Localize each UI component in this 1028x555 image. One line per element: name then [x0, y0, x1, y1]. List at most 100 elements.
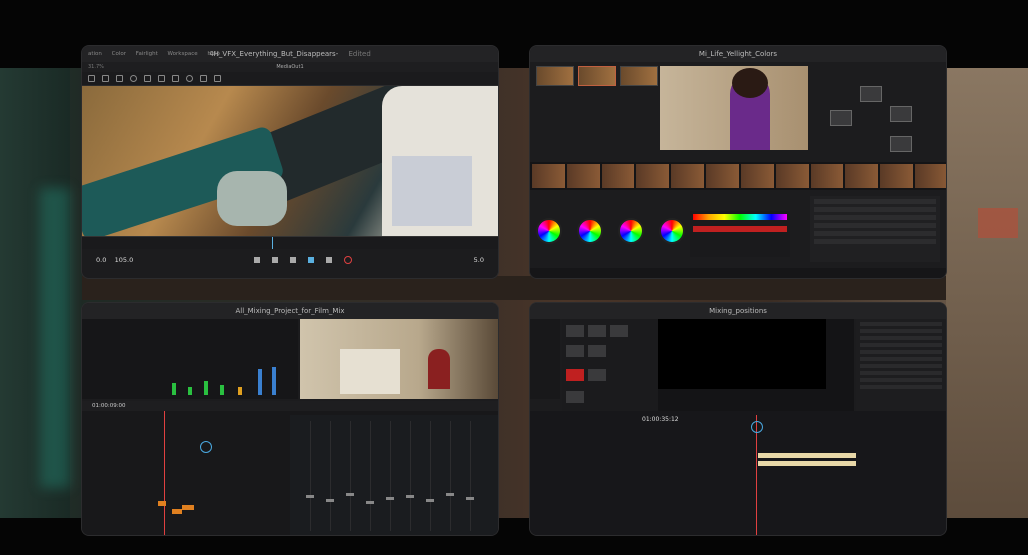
- clip-thumbnail[interactable]: [601, 164, 635, 188]
- color-viewer[interactable]: [660, 66, 808, 150]
- stop-icon[interactable]: [290, 257, 297, 263]
- edit-timeline[interactable]: 01:00:35:12: [530, 411, 946, 535]
- clip-thumbnail[interactable]: [845, 164, 879, 188]
- channel-fader[interactable]: [386, 497, 394, 500]
- menu-item[interactable]: ation: [88, 51, 102, 57]
- menu-item[interactable]: Help: [207, 51, 220, 57]
- node[interactable]: [860, 86, 882, 102]
- play-icon[interactable]: [308, 257, 315, 263]
- playhead[interactable]: [272, 237, 273, 249]
- channel-fader[interactable]: [426, 499, 434, 502]
- fairlight-viewer[interactable]: [300, 319, 498, 399]
- audio-clip[interactable]: [182, 505, 194, 510]
- bspline-icon[interactable]: [172, 75, 179, 82]
- media-clip[interactable]: [566, 391, 584, 403]
- lift-wheel[interactable]: [536, 218, 562, 244]
- channel-fader[interactable]: [406, 495, 414, 498]
- page-navigation-bar[interactable]: [530, 268, 946, 278]
- hue-curves-panel[interactable]: [690, 211, 790, 257]
- clip-thumbnail[interactable]: [671, 164, 705, 188]
- time-ruler[interactable]: [82, 236, 498, 249]
- channel-fader[interactable]: [366, 501, 374, 504]
- color-wheels: [536, 218, 685, 244]
- keyframes-panel[interactable]: [810, 196, 940, 262]
- color-window[interactable]: Mi_Life_Yellight_Colors: [530, 46, 946, 278]
- fairlight-timeline[interactable]: 01:00:09:00: [82, 401, 498, 535]
- media-clip[interactable]: [566, 369, 584, 381]
- pointer-icon[interactable]: [88, 75, 95, 82]
- start-time[interactable]: 0.0: [96, 256, 106, 264]
- text-tool-icon[interactable]: [214, 75, 221, 82]
- audio-clip[interactable]: [158, 501, 166, 506]
- media-pool[interactable]: [562, 319, 658, 415]
- gain-wheel[interactable]: [618, 218, 644, 244]
- offset-wheel[interactable]: [659, 218, 685, 244]
- background-band: [82, 276, 946, 300]
- brush-icon[interactable]: [102, 75, 109, 82]
- clip-thumbnail[interactable]: [566, 164, 600, 188]
- node[interactable]: [830, 110, 852, 126]
- project-title: Mixing_positions: [709, 307, 767, 315]
- menu-item[interactable]: Color: [112, 51, 126, 57]
- timeline-clip[interactable]: [758, 453, 856, 458]
- node-graph[interactable]: [820, 66, 940, 156]
- channel-fader[interactable]: [446, 493, 454, 496]
- channel-fader[interactable]: [346, 493, 354, 496]
- fairlight-window[interactable]: All_Mixing_Project_for_Film_Mix 01:00:09…: [82, 303, 498, 535]
- media-clip[interactable]: [588, 325, 606, 337]
- channel-fader[interactable]: [326, 499, 334, 502]
- menu-item[interactable]: Workspace: [168, 51, 198, 57]
- timeline-clip[interactable]: [758, 461, 856, 466]
- node[interactable]: [890, 136, 912, 152]
- edit-viewer[interactable]: [658, 319, 854, 411]
- clip-thumbnail[interactable]: [740, 164, 774, 188]
- fusion-window[interactable]: ation Color Fairlight Workspace Help 4H_…: [82, 46, 498, 278]
- fusion-viewer[interactable]: [82, 86, 498, 236]
- clip-thumbnail[interactable]: [706, 164, 739, 188]
- clip-thumbnail[interactable]: [880, 164, 914, 188]
- playhead-marker[interactable]: [200, 441, 212, 453]
- channel-fader[interactable]: [466, 497, 474, 500]
- fusion-menubar[interactable]: ation Color Fairlight Workspace Help: [88, 46, 228, 62]
- clip-thumbnail[interactable]: [915, 164, 946, 188]
- select-icon[interactable]: [116, 75, 123, 82]
- go-to-start-icon[interactable]: [254, 257, 261, 263]
- still-thumbnail[interactable]: [620, 66, 658, 86]
- ellipse-icon[interactable]: [130, 75, 137, 82]
- channel-fader[interactable]: [306, 495, 314, 498]
- playhead-marker[interactable]: [751, 421, 763, 433]
- menu-item[interactable]: Fairlight: [136, 51, 158, 57]
- clip-timeline-strip[interactable]: [530, 162, 946, 190]
- end-time[interactable]: 105.0: [115, 256, 134, 264]
- bin-list[interactable]: [530, 319, 560, 399]
- clip-thumbnail[interactable]: [775, 164, 809, 188]
- audio-clip[interactable]: [172, 509, 182, 514]
- mixer-panel[interactable]: [290, 415, 498, 535]
- media-clip[interactable]: [566, 345, 584, 357]
- playhead[interactable]: [756, 415, 757, 535]
- current-time[interactable]: 5.0: [474, 256, 484, 264]
- media-clip[interactable]: [566, 325, 584, 337]
- still-thumbnail[interactable]: [536, 66, 574, 86]
- level-meter: [204, 381, 208, 395]
- loop-icon[interactable]: [344, 256, 353, 264]
- rectangle-icon[interactable]: [144, 75, 151, 82]
- go-to-end-icon[interactable]: [326, 257, 333, 263]
- clip-thumbnail[interactable]: [636, 164, 670, 188]
- clip-thumbnail[interactable]: [532, 164, 565, 188]
- media-clip[interactable]: [588, 345, 606, 357]
- clip-thumbnail[interactable]: [810, 164, 844, 188]
- playhead[interactable]: [164, 411, 165, 535]
- polygon-icon[interactable]: [158, 75, 165, 82]
- color-titlebar: Mi_Life_Yellight_Colors: [530, 46, 946, 62]
- node[interactable]: [890, 106, 912, 122]
- still-thumbnail[interactable]: [578, 66, 616, 86]
- gamma-wheel[interactable]: [577, 218, 603, 244]
- reverse-icon[interactable]: [272, 257, 279, 263]
- media-clip[interactable]: [588, 369, 606, 381]
- media-clip[interactable]: [610, 325, 628, 337]
- edit-window[interactable]: Mixing_positions 01:00:35:12: [530, 303, 946, 535]
- curve-bar[interactable]: [693, 226, 787, 232]
- paint-icon[interactable]: [200, 75, 207, 82]
- magic-wand-icon[interactable]: [186, 75, 193, 82]
